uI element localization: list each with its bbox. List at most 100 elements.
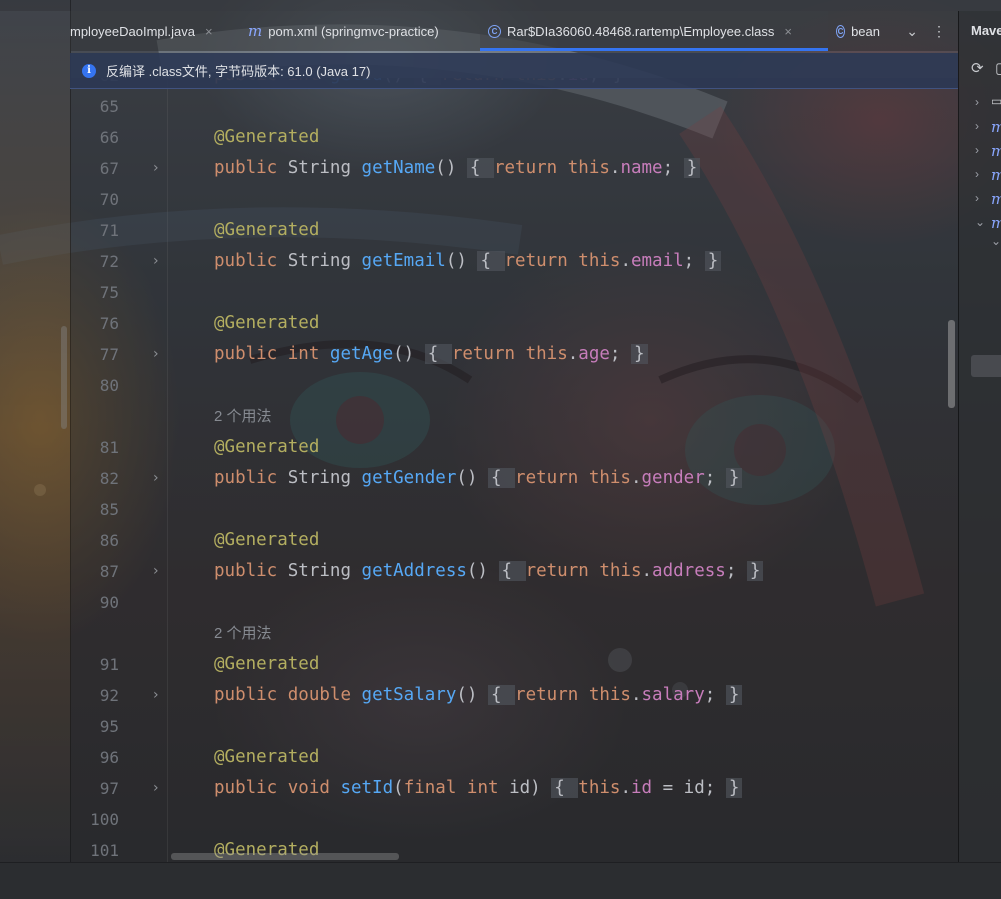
fold-chevron-icon[interactable]: › bbox=[153, 773, 159, 804]
editor-tab-bar: mployeeDaoImpl.java × m pom.xml (springm… bbox=[70, 11, 958, 51]
tab-pom-xml[interactable]: m pom.xml (springmvc-practice) bbox=[240, 11, 480, 51]
fold-chevron-icon[interactable]: › bbox=[153, 463, 159, 494]
usages-hint[interactable]: 2 个用法 bbox=[214, 618, 272, 649]
code-line[interactable]: 87 › public String getAddress() { return t… bbox=[70, 556, 958, 587]
chevron-down-icon[interactable]: ⌄ bbox=[906, 23, 918, 40]
refresh-icon[interactable]: ⟳ bbox=[971, 59, 984, 77]
code-line[interactable]: 92 › public double getSalary() { return th… bbox=[70, 680, 958, 711]
close-icon[interactable]: × bbox=[205, 24, 213, 39]
code-line[interactable]: 75 bbox=[70, 277, 958, 308]
tree-chevron-icon[interactable]: ⌄ bbox=[991, 234, 1001, 248]
fold-brace[interactable]: } bbox=[683, 158, 701, 178]
code-line[interactable]: 2 个用法 bbox=[70, 618, 958, 649]
fold-chevron-icon[interactable]: › bbox=[153, 339, 159, 370]
code-line[interactable]: 77 › public int getAge() { return this.age… bbox=[70, 339, 958, 370]
tab-label: mployeeDaoImpl.java bbox=[70, 23, 196, 39]
fold-brace[interactable]: { bbox=[487, 685, 516, 705]
code-line[interactable]: 97 › public void setId(final int id) { thi… bbox=[70, 773, 958, 804]
fold-chevron-icon[interactable]: › bbox=[153, 246, 159, 277]
code-text: @Generated bbox=[214, 432, 319, 463]
tab-employee-dao-impl[interactable]: mployeeDaoImpl.java × bbox=[70, 11, 240, 51]
more-options-icon[interactable]: ⋮ bbox=[932, 23, 946, 40]
fold-brace[interactable]: } bbox=[630, 344, 648, 364]
info-icon: i bbox=[82, 63, 96, 78]
fold-brace[interactable]: { bbox=[551, 778, 579, 798]
fold-chevron-icon[interactable]: › bbox=[153, 680, 159, 711]
tab-employee-class[interactable]: C Rar$DIa36060.48468.rartemp\Employee.cl… bbox=[480, 11, 828, 51]
code-line[interactable]: 81 @Generated bbox=[70, 432, 958, 463]
maven-tree-row[interactable]: ›m bbox=[975, 166, 1001, 184]
fold-brace[interactable]: { bbox=[424, 344, 452, 364]
code-line[interactable]: 66 @Generated bbox=[70, 122, 958, 153]
fold-brace[interactable]: { bbox=[477, 251, 505, 271]
toolbar-square-icon[interactable]: ▢ bbox=[995, 59, 1001, 77]
fold-brace[interactable]: { bbox=[498, 561, 526, 581]
tree-chevron-icon[interactable]: ⌄ bbox=[975, 215, 985, 229]
maven-tree-row[interactable]: ›m bbox=[975, 142, 1001, 160]
fold-chevron-icon[interactable]: › bbox=[153, 556, 159, 587]
code-line[interactable]: 71 @Generated bbox=[70, 215, 958, 246]
code-line[interactable]: 72 › public String getEmail() { return thi… bbox=[70, 246, 958, 277]
code-line[interactable]: 65 bbox=[70, 91, 958, 122]
code-token: id bbox=[631, 778, 653, 798]
code-text: @Generated bbox=[214, 649, 319, 680]
tab-bean[interactable]: C bean bbox=[828, 11, 888, 51]
code-token: return bbox=[515, 685, 589, 705]
code-token: final bbox=[403, 778, 467, 798]
maven-tree-row[interactable]: ›▭ bbox=[975, 94, 1001, 109]
line-number: 71 bbox=[99, 221, 119, 240]
fold-brace[interactable]: } bbox=[725, 468, 743, 488]
code-token: () bbox=[445, 251, 478, 271]
code-line[interactable]: 95 bbox=[70, 711, 958, 742]
tree-chevron-icon[interactable]: › bbox=[975, 119, 979, 133]
line-number: 90 bbox=[99, 593, 119, 612]
close-icon[interactable]: × bbox=[784, 24, 792, 39]
fold-chevron-icon[interactable]: › bbox=[153, 153, 159, 184]
tree-chevron-icon[interactable]: › bbox=[975, 95, 979, 109]
maven-tree-row[interactable]: ⌄ bbox=[991, 234, 1001, 248]
vertical-scrollbar[interactable] bbox=[948, 320, 955, 408]
code-line[interactable]: 2 个用法 bbox=[70, 401, 958, 432]
tree-chevron-icon[interactable]: › bbox=[975, 167, 979, 181]
tab-label: Rar$DIa36060.48468.rartemp\Employee.clas… bbox=[507, 23, 775, 39]
code-token: getAge bbox=[329, 344, 394, 364]
code-line[interactable]: 80 bbox=[70, 370, 958, 401]
code-token: ; bbox=[662, 158, 684, 178]
code-line[interactable]: 96 @Generated bbox=[70, 742, 958, 773]
code-line[interactable]: 67 › public String getName() { return this… bbox=[70, 153, 958, 184]
left-panel-scrollbar[interactable] bbox=[61, 326, 67, 429]
code-line[interactable]: 82 › public String getGender() { return th… bbox=[70, 463, 958, 494]
code-line[interactable]: 91 @Generated bbox=[70, 649, 958, 680]
fold-brace[interactable]: } bbox=[704, 251, 722, 271]
code-line[interactable]: 85 bbox=[70, 494, 958, 525]
fold-brace[interactable]: } bbox=[746, 561, 764, 581]
tree-chevron-icon[interactable]: › bbox=[975, 191, 979, 205]
horizontal-scrollbar[interactable] bbox=[171, 853, 399, 860]
code-line[interactable]: 86 @Generated bbox=[70, 525, 958, 556]
line-number: 75 bbox=[99, 283, 119, 302]
code-line[interactable]: 70 bbox=[70, 184, 958, 215]
tree-chevron-icon[interactable]: › bbox=[975, 143, 979, 157]
fold-brace[interactable]: } bbox=[725, 778, 743, 798]
usages-hint[interactable]: 2 个用法 bbox=[214, 401, 272, 432]
line-number: 70 bbox=[99, 190, 119, 209]
maven-m-icon: m bbox=[991, 190, 1001, 208]
code-text: public int getAge() { return this.age; } bbox=[214, 339, 648, 370]
maven-tree-row[interactable]: ⌄m bbox=[975, 214, 1001, 232]
code-token: ; bbox=[725, 561, 747, 581]
code-token: ; bbox=[609, 344, 631, 364]
status-bar bbox=[0, 862, 1001, 899]
fold-brace[interactable]: { bbox=[466, 158, 494, 178]
fold-brace[interactable]: { bbox=[487, 468, 516, 488]
code-line[interactable]: 100 bbox=[70, 804, 958, 835]
fold-brace[interactable]: } bbox=[725, 685, 743, 705]
code-token: = id; bbox=[652, 778, 726, 798]
maven-tree-row[interactable]: ›m bbox=[975, 118, 1001, 136]
code-token: public bbox=[214, 778, 288, 798]
maven-tree-row[interactable]: ›m bbox=[975, 190, 1001, 208]
code-line[interactable]: 90 bbox=[70, 587, 958, 618]
code-line[interactable]: 76 @Generated bbox=[70, 308, 958, 339]
code-editor[interactable]: 62›public int getId() { return this.id; … bbox=[70, 78, 958, 862]
code-token: @Generated bbox=[214, 747, 320, 767]
code-token: name bbox=[620, 158, 663, 178]
